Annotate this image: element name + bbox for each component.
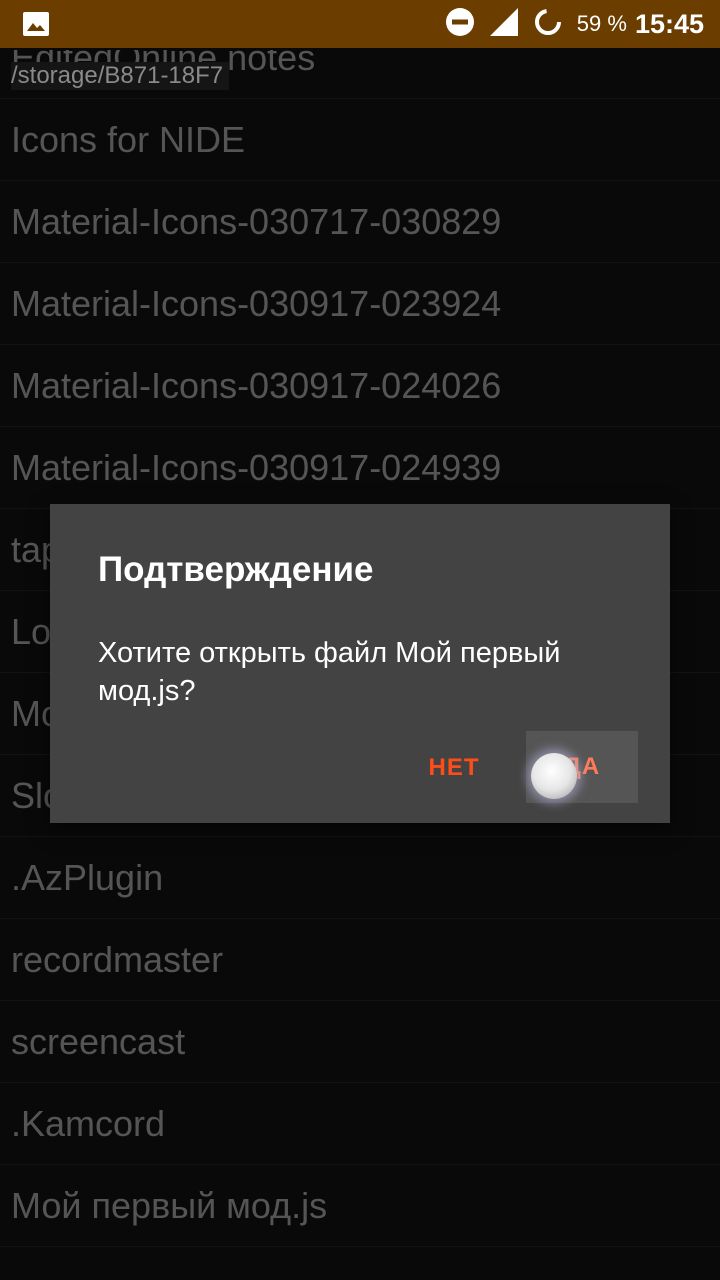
- current-path: /storage/B871-18F7: [11, 62, 230, 90]
- confirm-dialog: Подтверждение Хотите открыть файл Мой пе…: [50, 504, 670, 823]
- dialog-message: Хотите открыть файл Мой первый мод.js?: [98, 637, 561, 707]
- do-not-disturb-icon: [445, 7, 475, 41]
- clock: 15:45: [634, 8, 704, 39]
- image-notification-icon: [22, 11, 50, 37]
- battery-saver-icon: [533, 7, 563, 41]
- status-bar: 59 % 15:45: [0, 0, 720, 48]
- touch-indicator: [531, 753, 577, 799]
- signal-icon: [489, 7, 519, 41]
- battery-percent: 59 %: [576, 11, 627, 36]
- dialog-title: Подтверждение: [98, 550, 374, 589]
- no-button[interactable]: НЕТ: [418, 746, 490, 790]
